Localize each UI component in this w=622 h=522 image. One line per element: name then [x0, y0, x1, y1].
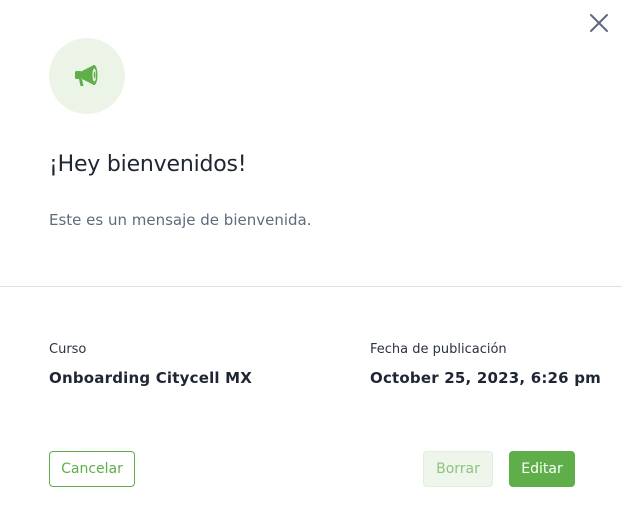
- close-icon[interactable]: [586, 10, 612, 36]
- dialog-title: ¡Hey bienvenidos!: [49, 152, 247, 177]
- course-value: Onboarding Citycell MX: [49, 369, 253, 387]
- dialog-message: Este es un mensaje de bienvenida.: [49, 211, 312, 229]
- delete-button[interactable]: Borrar: [423, 451, 493, 487]
- publish-date-value: October 25, 2023, 6:26 pm: [370, 369, 602, 387]
- divider: [0, 286, 622, 287]
- edit-button[interactable]: Editar: [509, 451, 575, 487]
- announcement-icon-badge: [49, 38, 125, 114]
- megaphone-icon: [75, 65, 98, 86]
- announcement-dialog: ¡Hey bienvenidos! Este es un mensaje de …: [0, 0, 622, 522]
- publish-date-label: Fecha de publicación: [370, 342, 507, 357]
- close-button[interactable]: [586, 10, 612, 36]
- course-label: Curso: [49, 342, 87, 357]
- cancel-button[interactable]: Cancelar: [49, 451, 135, 487]
